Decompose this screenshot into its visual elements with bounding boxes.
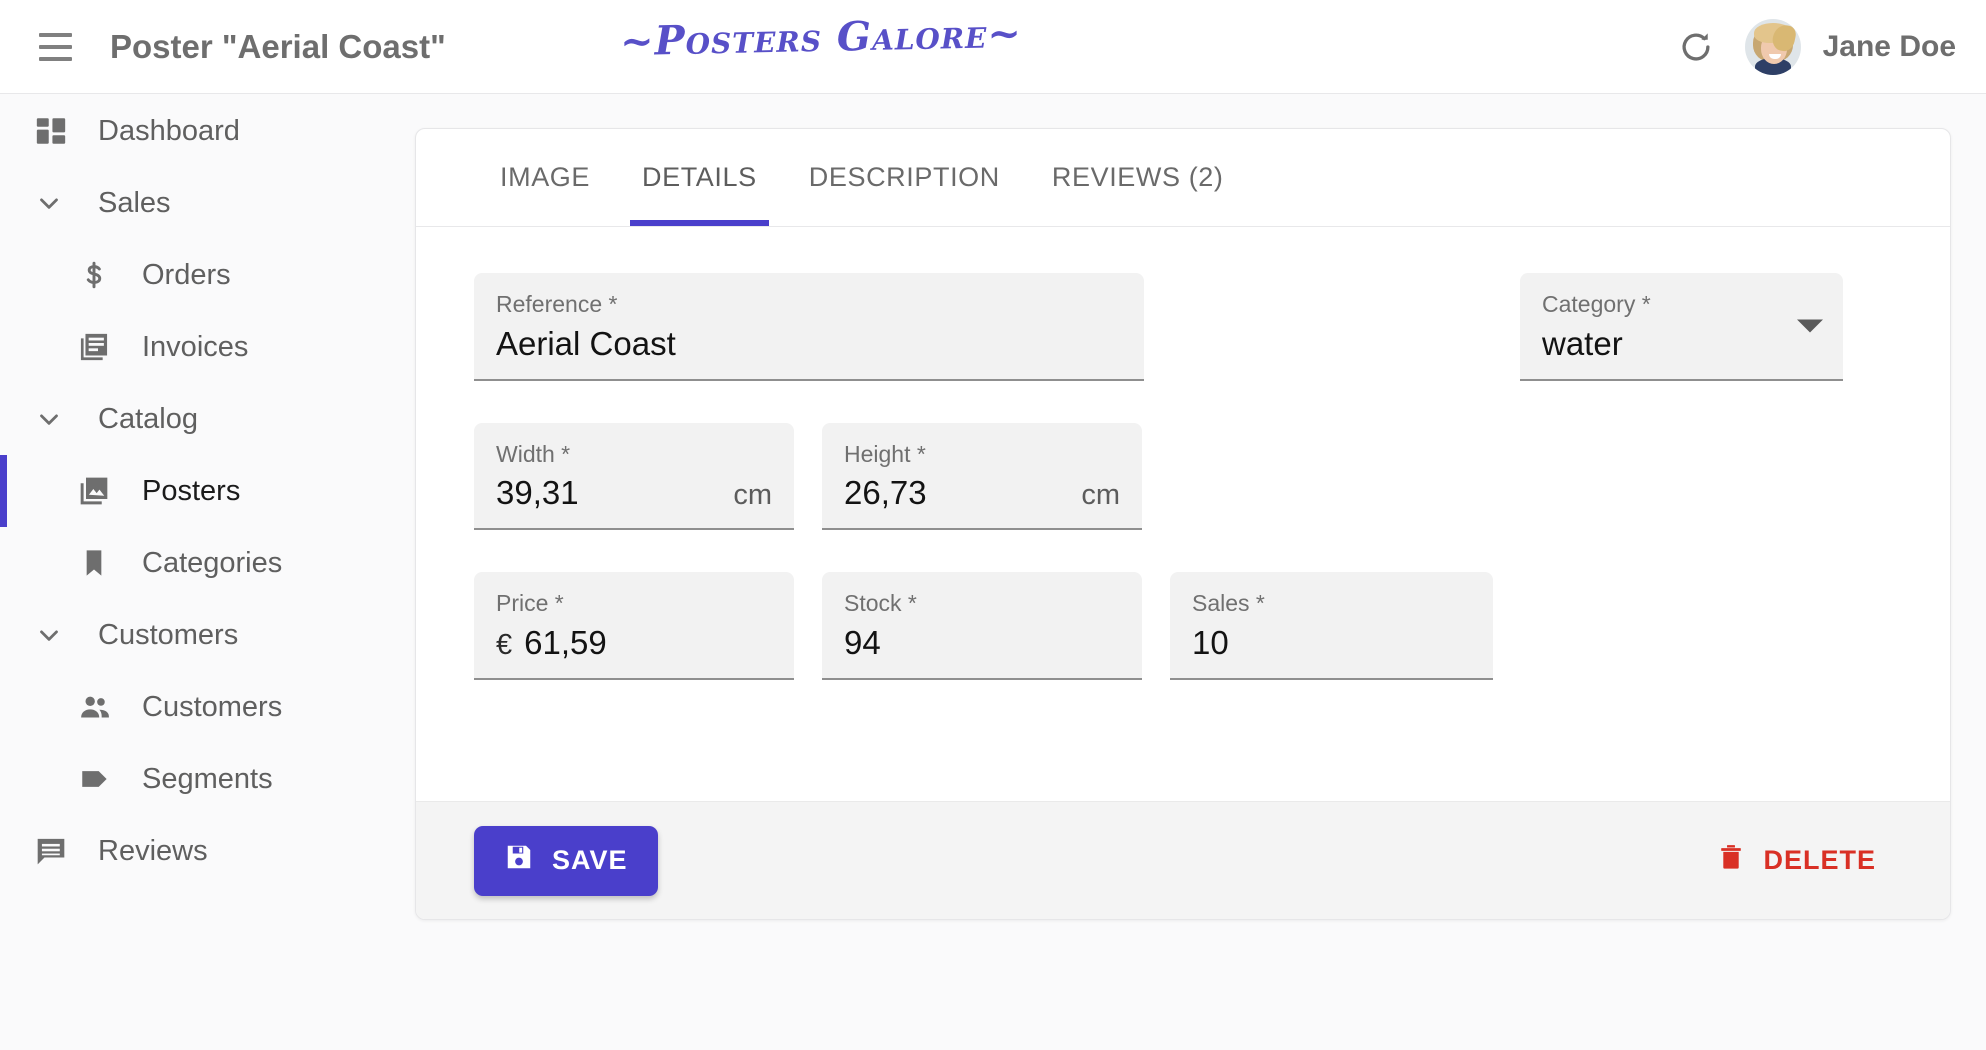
row1-spacer xyxy=(1172,273,1492,381)
sidebar-group-label: Catalog xyxy=(98,403,198,436)
sales-input[interactable]: 10 xyxy=(1192,624,1229,662)
sidebar-item-posters[interactable]: Posters xyxy=(0,455,408,527)
height-value-row: 26,73 cm xyxy=(844,474,1120,516)
hamburger-line xyxy=(39,57,72,61)
form-row-3: Price * € 61,59 Stock * 94 Sales * 10 xyxy=(474,572,1892,680)
sidebar-item-orders[interactable]: Orders xyxy=(0,239,408,311)
sidebar-item-label: Orders xyxy=(142,259,231,292)
width-input[interactable]: 39,31 xyxy=(496,474,579,512)
save-floppy-icon xyxy=(504,842,534,879)
height-field[interactable]: Height * 26,73 cm xyxy=(822,423,1142,531)
people-icon xyxy=(78,690,122,724)
comment-icon xyxy=(34,834,78,868)
reference-label: Reference * xyxy=(496,291,1122,319)
hamburger-menu-icon[interactable] xyxy=(26,18,84,76)
tab-reviews[interactable]: REVIEWS (2) xyxy=(1026,128,1250,226)
currency-symbol: € xyxy=(496,629,512,662)
sidebar-item-label: Segments xyxy=(142,763,273,796)
chevron-down-icon xyxy=(34,620,78,650)
dashboard-grid-icon xyxy=(34,114,78,148)
page-title: Poster "Aerial Coast" xyxy=(110,28,446,66)
sidebar-item-label: Dashboard xyxy=(98,115,240,148)
tab-details[interactable]: DETAILS xyxy=(616,128,783,226)
sidebar-group-catalog[interactable]: Catalog xyxy=(0,383,408,455)
details-form: Reference * Aerial Coast Category * wate… xyxy=(416,227,1950,680)
sidebar-group-customers[interactable]: Customers xyxy=(0,599,408,671)
row2-spacer xyxy=(1170,423,1490,531)
stock-label: Stock * xyxy=(844,590,1120,618)
poster-edit-card: IMAGE DETAILS DESCRIPTION REVIEWS (2) Re… xyxy=(415,128,1951,920)
sales-value-row: 10 xyxy=(1192,624,1471,666)
username-label: Jane Doe xyxy=(1823,30,1956,64)
sidebar-item-label: Reviews xyxy=(98,835,208,868)
category-field[interactable]: Category * water xyxy=(1520,273,1843,381)
price-label: Price * xyxy=(496,590,772,618)
form-toolbar: SAVE DELETE xyxy=(416,801,1950,919)
app-bar: Poster "Aerial Coast" ~Posters Galore~ J… xyxy=(0,0,1986,94)
hamburger-line xyxy=(39,45,72,49)
reference-input[interactable]: Aerial Coast xyxy=(496,325,676,363)
app-bar-right: Jane Doe xyxy=(1669,0,1956,94)
sidebar-item-customers[interactable]: Customers xyxy=(0,671,408,743)
sidebar-item-categories[interactable]: Categories xyxy=(0,527,408,599)
dropdown-caret-icon[interactable] xyxy=(1797,319,1823,332)
sidebar-item-label: Categories xyxy=(142,547,282,580)
sidebar-item-label: Invoices xyxy=(142,331,248,364)
chevron-down-icon xyxy=(34,404,78,434)
sidebar-item-reviews[interactable]: Reviews xyxy=(0,815,408,887)
brand-logo: ~Posters Galore~ xyxy=(620,10,1023,65)
sales-label: Sales * xyxy=(1192,590,1471,618)
image-collection-icon xyxy=(78,475,122,507)
refresh-icon[interactable] xyxy=(1669,20,1723,74)
width-field[interactable]: Width * 39,31 cm xyxy=(474,423,794,531)
reference-value-row: Aerial Coast xyxy=(496,325,1122,367)
sidebar-item-label: Customers xyxy=(142,691,282,724)
trash-icon xyxy=(1717,843,1745,878)
delete-button-label: DELETE xyxy=(1763,845,1876,876)
price-value-row: € 61,59 xyxy=(496,624,772,666)
price-input[interactable]: 61,59 xyxy=(524,624,607,662)
height-label: Height * xyxy=(844,441,1120,469)
avatar[interactable] xyxy=(1745,19,1801,75)
save-button[interactable]: SAVE xyxy=(474,826,658,896)
sidebar-group-label: Customers xyxy=(98,619,238,652)
width-unit: cm xyxy=(717,479,772,512)
tab-description[interactable]: DESCRIPTION xyxy=(783,128,1026,226)
sidebar-group-sales[interactable]: Sales xyxy=(0,167,408,239)
save-button-label: SAVE xyxy=(552,845,628,876)
form-row-2: Width * 39,31 cm Height * 26,73 cm xyxy=(474,423,1892,531)
form-row-1: Reference * Aerial Coast Category * wate… xyxy=(474,273,1892,381)
delete-button[interactable]: DELETE xyxy=(1701,833,1892,888)
width-value-row: 39,31 cm xyxy=(496,474,772,516)
dollar-icon xyxy=(78,259,122,291)
stock-value-row: 94 xyxy=(844,624,1120,666)
width-label: Width * xyxy=(496,441,772,469)
height-input[interactable]: 26,73 xyxy=(844,474,927,512)
hamburger-line xyxy=(39,33,72,37)
sales-field[interactable]: Sales * 10 xyxy=(1170,572,1493,680)
price-field[interactable]: Price * € 61,59 xyxy=(474,572,794,680)
category-label: Category * xyxy=(1542,291,1821,319)
stock-input[interactable]: 94 xyxy=(844,624,881,662)
sidebar-group-label: Sales xyxy=(98,187,171,220)
sidebar: Dashboard Sales Orders Invoices xyxy=(0,95,408,1050)
invoice-icon xyxy=(78,331,122,363)
sidebar-item-dashboard[interactable]: Dashboard xyxy=(0,95,408,167)
category-select-value[interactable]: water xyxy=(1542,325,1623,363)
stock-field[interactable]: Stock * 94 xyxy=(822,572,1142,680)
sidebar-item-invoices[interactable]: Invoices xyxy=(0,311,408,383)
sidebar-item-segments[interactable]: Segments xyxy=(0,743,408,815)
tag-icon xyxy=(78,762,122,796)
sidebar-item-label: Posters xyxy=(142,475,240,508)
category-value-row: water xyxy=(1542,325,1821,367)
chevron-down-icon xyxy=(34,188,78,218)
height-unit: cm xyxy=(1065,479,1120,512)
bookmark-icon xyxy=(78,547,122,579)
tab-image[interactable]: IMAGE xyxy=(474,128,616,226)
tab-bar: IMAGE DETAILS DESCRIPTION REVIEWS (2) xyxy=(416,129,1950,227)
reference-field[interactable]: Reference * Aerial Coast xyxy=(474,273,1144,381)
